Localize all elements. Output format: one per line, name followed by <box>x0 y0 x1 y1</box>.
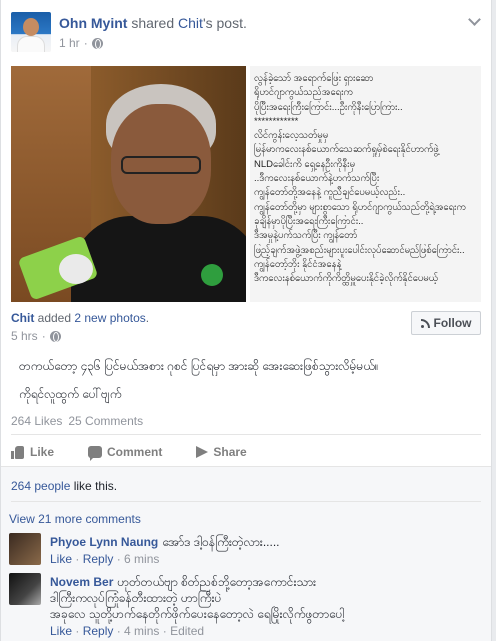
divider <box>11 501 481 502</box>
photo-text-line: ဒီကလေးနစ်ယောက်ကိုကိတ္ထိမှူပေးနိုင်ခဲ့လို… <box>254 273 438 285</box>
photo-text-line: ရိုဟင်ဂျာကွယ်သည်အရေးက <box>254 87 353 99</box>
shared-owner-link[interactable]: Chit <box>178 15 203 31</box>
follow-button[interactable]: Follow <box>411 311 481 335</box>
comment-reply-link[interactable]: Reply <box>83 624 114 638</box>
comment-line: Novem Ber ဟုတ်တယ်ဗျာ စိတ်ညစ်ဘို့တော့အကောင… <box>50 574 344 590</box>
shared-author-link[interactable]: Chit <box>11 311 34 325</box>
comment-item: Phyoe Lynn Naung အော်ဒ ဒါ့ဝန်ကြီးတဲ့လား..… <box>9 533 280 567</box>
comment-time[interactable]: 4 mins <box>124 624 159 638</box>
share-label: Share <box>213 445 247 459</box>
like-button[interactable]: Like <box>11 441 54 463</box>
author-name-link[interactable]: Ohn Myint <box>59 15 127 31</box>
meta-separator: · <box>41 329 46 343</box>
comment-meta: Like · Reply · 4 mins · Edited <box>50 624 205 638</box>
share-button[interactable]: Share <box>196 441 247 463</box>
thumbs-up-icon <box>11 445 25 459</box>
photo-text-image[interactable]: လွန်ခဲ့သော် အရောက်ဖြေး ရှားဆော ရိုဟင်ဂျာ… <box>250 66 481 302</box>
photo-text-line: ခုချိန်မှာပိုပြီးအရေးကြီးကြောင်း.. <box>254 215 364 227</box>
avatar-shirt <box>17 36 45 52</box>
comment-text: ဟုတ်တယ်ဗျာ စိတ်ညစ်ဘို့တော့အကောင်းသား <box>117 575 317 589</box>
globe-icon[interactable] <box>91 37 103 49</box>
post-card: Ohn Myint shared Chit's post. 1 hr · လွန… <box>0 0 492 641</box>
status-text-line1: တကယ်တော့ ၄၃၆ ပြင်မယ်အစား ဂုစင် ပြင်ရမှာ … <box>19 359 379 373</box>
photo-text-line: လိင်ကွန်းလေ့သတ်မှုမှ <box>254 130 329 142</box>
like-suffix: like this. <box>70 479 118 493</box>
photo-text-line: NLDခေါင်းကိ ရှေ့နေဦးကိုနီးမှ <box>254 158 356 170</box>
chevron-down-icon[interactable] <box>468 13 481 26</box>
photo-text-line: ************ <box>254 115 299 127</box>
globe-icon[interactable] <box>49 330 61 342</box>
photo-text-line: ဖြည့်ချက်အဖွဲ့အစည်းများပူးပေါင်းလုပ်ဆောင… <box>254 244 465 256</box>
comment-meta: Like · Reply · 6 mins <box>50 552 160 566</box>
photo-text-line: မြန်မာကလေးနစ်ယောက်သေဆက်ရှုမှ်စဲရေးနိုင်ဟ… <box>254 144 439 156</box>
comment-reply-link[interactable]: Reply <box>83 552 114 566</box>
comment-item: Novem Ber ဟုတ်တယ်ဗျာ စိတ်ညစ်ဘို့တော့အကောင… <box>9 573 344 639</box>
follow-label: Follow <box>433 316 472 330</box>
meta-separator: · <box>83 36 88 50</box>
shared-suffix: 's post. <box>202 15 247 31</box>
comments-count-link[interactable]: 25 Comments <box>68 414 143 428</box>
avatar-face <box>23 18 39 36</box>
photo-text-line: လွန်ခဲ့သော် အရောက်ဖြေး ရှားဆော <box>254 73 374 84</box>
comment-text-line: အခုလေ သူတို့ဟက်နေတိုက်ဖိုက်ပေးနေတော့လဲ ရ… <box>50 607 345 621</box>
photo-glasses <box>121 156 201 174</box>
comment-button[interactable]: Comment <box>88 441 162 463</box>
divider <box>11 434 481 435</box>
rss-icon <box>420 318 430 328</box>
comment-like-link[interactable]: Like <box>50 552 72 566</box>
header-line: Ohn Myint shared Chit's post. <box>59 15 247 31</box>
shared-post-header: Chit added 2 new photos. 5 hrs · Follow <box>11 311 481 343</box>
photo-text-line: ကျွန်တော်တို့မှာ များစွာသော ရိုဟင်ဂျာကွယ… <box>254 201 466 213</box>
comment-body: Novem Ber ဟုတ်တယ်ဗျာ စိတ်ညစ်ဘို့တော့အကောင… <box>50 574 344 639</box>
status-text-line2: ကိုရင်လူထွက် ပေါ်ဗျက် <box>19 387 122 401</box>
comment-text: အော်ဒ ဒါ့ဝန်ကြီးတဲ့လား..... <box>162 535 280 549</box>
speech-bubble-icon <box>88 446 103 461</box>
photo-grid: လွန်ခဲ့သော် အရောက်ဖြေး ရှားဆော ရိုဟင်ဂျာ… <box>11 66 481 302</box>
post-header: Ohn Myint shared Chit's post. 1 hr · <box>11 12 247 52</box>
photo-coat <box>71 216 246 302</box>
comment-label: Comment <box>107 445 163 459</box>
share-arrow-icon <box>196 446 209 458</box>
comment-edited[interactable]: Edited <box>170 624 204 638</box>
commenter-avatar[interactable] <box>9 573 41 605</box>
photo-interview[interactable] <box>11 66 246 302</box>
like-label: Like <box>30 445 55 459</box>
post-time-link[interactable]: 1 hr <box>59 36 80 50</box>
microphone-head <box>59 254 93 284</box>
likes-summary: 264 people like this. <box>11 479 117 493</box>
commenter-name-link[interactable]: Phyoe Lynn Naung <box>50 535 158 549</box>
added-verb: added <box>34 311 75 325</box>
commenter-avatar[interactable] <box>9 533 41 565</box>
photo-text-line: ပိုပြီးအရေးကြီးကြောင်း...ဦးကိုနီးပြောကြာ… <box>254 101 403 113</box>
post-actions: Like Comment Share <box>11 441 481 463</box>
likes-count-link[interactable]: 264 Likes <box>11 414 62 428</box>
post-counts: 264 Likes 25 Comments <box>11 414 143 428</box>
comment-like-link[interactable]: Like <box>50 624 72 638</box>
photo-text-line: ဒီအမှုနဲ့ပက်သက်ပြီး ကျွန်တော် <box>254 230 358 242</box>
post-meta: 1 hr · <box>59 36 247 50</box>
comment-time[interactable]: 6 mins <box>124 552 159 566</box>
photo-text-line: ကျွန်တော့်ဘိုး နိုင်ငံအနေနဲ့ <box>254 258 342 270</box>
comment-line: Phyoe Lynn Naung အော်ဒ ဒါ့ဝန်ကြီးတဲ့လား..… <box>50 534 280 550</box>
new-photos-link[interactable]: 2 new photos <box>74 311 145 325</box>
comment-body: Phyoe Lynn Naung အော်ဒ ဒါ့ဝန်ကြီးတဲ့လား..… <box>50 534 280 567</box>
header-text: Ohn Myint shared Chit's post. 1 hr · <box>59 15 247 52</box>
commenter-name-link[interactable]: Novem Ber <box>50 575 113 589</box>
title-period: . <box>145 311 150 325</box>
photo-text-line: ကျွန်တော်တို့အနေနဲ့ ကူညီချင်ပေမယ့်လည်း.. <box>254 187 406 199</box>
author-avatar[interactable] <box>11 12 51 52</box>
shared-verb: shared <box>127 15 179 31</box>
comment-text-line: ဒါကြီးကလုပ်ကြုံခန်တီးထားတဲ့ ဟာကြီးပဲ <box>50 591 222 605</box>
shared-time-link[interactable]: 5 hrs <box>11 329 38 343</box>
feedback-section: 264 people like this. View 21 more comme… <box>1 466 491 641</box>
people-like-link[interactable]: 264 people <box>11 479 70 493</box>
lapel-badge <box>201 264 223 286</box>
view-more-comments-link[interactable]: View 21 more comments <box>9 512 141 526</box>
photo-text-line: ..ဒီကလေးနစ်ယောက်နဲ့ဟက်သက်ပြီး <box>254 173 380 185</box>
